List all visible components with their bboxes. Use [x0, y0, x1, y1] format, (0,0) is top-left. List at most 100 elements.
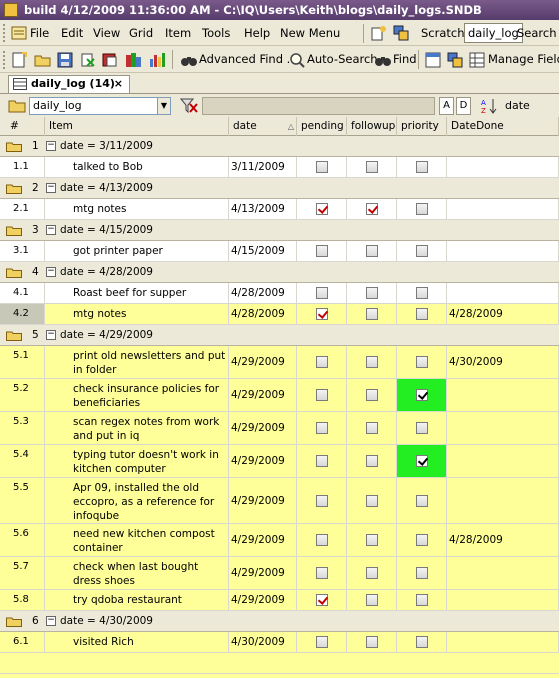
item-cell[interactable]: visited Rich [45, 632, 229, 652]
table-row[interactable]: 4.2 mtg notes 4/28/2009 4/28/2009 [0, 304, 559, 325]
sort-descending-button[interactable]: D [456, 97, 471, 115]
group-row[interactable]: 1− date = 3/11/2009 [0, 136, 559, 157]
pending-cell[interactable] [297, 241, 347, 261]
pending-cell[interactable] [297, 346, 347, 378]
pending-checkbox[interactable] [315, 287, 328, 299]
priority-checkbox[interactable] [415, 636, 428, 648]
datedone-cell[interactable] [447, 199, 559, 219]
priority-cell[interactable] [397, 478, 447, 523]
menu-search[interactable]: Search [517, 20, 557, 46]
datedone-cell[interactable] [447, 241, 559, 261]
tab-daily-log[interactable]: daily_log (14) × [8, 75, 130, 93]
datedone-cell[interactable] [447, 283, 559, 303]
datedone-cell[interactable] [447, 379, 559, 411]
collapse-toggle-icon[interactable]: − [46, 330, 56, 340]
followup-checkbox[interactable] [365, 287, 378, 299]
item-cell[interactable]: Apr 09, installed the old eccopro, as a … [45, 478, 229, 523]
followup-checkbox[interactable] [365, 534, 378, 546]
table-row[interactable]: 2.1 mtg notes 4/13/2009 [0, 199, 559, 220]
date-cell[interactable]: 4/29/2009 [229, 346, 297, 378]
new-item-icon[interactable] [370, 24, 388, 42]
followup-checkbox[interactable] [365, 567, 378, 579]
priority-checkbox[interactable] [415, 422, 428, 434]
column-header-followup[interactable]: followup [347, 117, 397, 136]
group-row[interactable]: 5− date = 4/29/2009 [0, 325, 559, 346]
table-row[interactable]: 3.1 got printer paper 4/15/2009 [0, 241, 559, 262]
clear-filter-icon[interactable] [180, 98, 198, 114]
options-icon[interactable] [10, 24, 28, 42]
followup-checkbox[interactable] [365, 203, 378, 215]
pending-checkbox[interactable] [315, 356, 328, 368]
priority-checkbox[interactable] [415, 594, 428, 606]
item-cell[interactable]: check when last bought dress shoes [45, 557, 229, 589]
item-cell[interactable]: talked to Bob [45, 157, 229, 177]
column-header-item[interactable]: Item [45, 117, 229, 136]
table-row[interactable]: 5.1 print old newsletters and put in fold… [0, 346, 559, 379]
chart-icon[interactable] [148, 51, 166, 69]
windows-icon[interactable] [446, 51, 464, 69]
priority-cell[interactable] [397, 412, 447, 444]
table-row[interactable]: 5.4 typing tutor doesn't work in kitchen … [0, 445, 559, 478]
date-cell[interactable]: 4/15/2009 [229, 241, 297, 261]
pending-checkbox[interactable] [315, 389, 328, 401]
datedone-cell[interactable] [447, 445, 559, 477]
datedone-cell[interactable] [447, 557, 559, 589]
collapse-toggle-icon[interactable]: − [46, 225, 56, 235]
datedone-cell[interactable]: 4/28/2009 [447, 524, 559, 556]
priority-checkbox[interactable] [415, 161, 428, 173]
table-row[interactable]: 5.3 scan regex notes from work and put in… [0, 412, 559, 445]
auto-search-icon[interactable] [288, 51, 306, 69]
pending-cell[interactable] [297, 524, 347, 556]
sort-field[interactable]: date [502, 97, 559, 115]
item-cell[interactable]: mtg notes [45, 199, 229, 219]
find-binoculars-icon[interactable] [374, 51, 392, 69]
view-select[interactable]: daily_log ▼ [29, 97, 171, 115]
close-icon[interactable]: × [114, 76, 123, 92]
priority-cell[interactable] [397, 445, 447, 477]
menu-help[interactable]: Help [244, 20, 270, 46]
group-row[interactable]: 3− date = 4/15/2009 [0, 220, 559, 241]
date-cell[interactable]: 4/29/2009 [229, 445, 297, 477]
folder-icon[interactable] [8, 99, 26, 113]
pending-cell[interactable] [297, 590, 347, 610]
advanced-find-button[interactable]: Advanced Find ... [199, 46, 298, 73]
followup-checkbox[interactable] [365, 594, 378, 606]
priority-cell[interactable] [397, 346, 447, 378]
manage-fields-icon[interactable] [468, 51, 486, 69]
pending-checkbox[interactable] [315, 455, 328, 467]
pending-cell[interactable] [297, 379, 347, 411]
date-cell[interactable]: 4/30/2009 [229, 632, 297, 652]
followup-cell[interactable] [347, 379, 397, 411]
followup-cell[interactable] [347, 632, 397, 652]
properties-icon[interactable] [424, 51, 442, 69]
priority-cell[interactable] [397, 557, 447, 589]
table-row[interactable]: 5.5 Apr 09, installed the old eccopro, as… [0, 478, 559, 524]
menu-daily-log[interactable]: daily_log [464, 23, 523, 43]
followup-checkbox[interactable] [365, 455, 378, 467]
pending-checkbox[interactable] [315, 636, 328, 648]
menu-view[interactable]: View [93, 20, 120, 46]
date-cell[interactable]: 4/28/2009 [229, 304, 297, 324]
datedone-cell[interactable] [447, 590, 559, 610]
priority-checkbox[interactable] [415, 287, 428, 299]
open-folder-icon[interactable] [34, 51, 52, 69]
priority-cell[interactable] [397, 379, 447, 411]
date-cell[interactable]: 4/29/2009 [229, 478, 297, 523]
filter-input[interactable] [202, 97, 435, 115]
date-cell[interactable]: 4/29/2009 [229, 379, 297, 411]
item-cell[interactable]: got printer paper [45, 241, 229, 261]
delete-icon[interactable] [79, 51, 97, 69]
followup-cell[interactable] [347, 557, 397, 589]
item-cell[interactable]: need new kitchen compost container [45, 524, 229, 556]
priority-checkbox[interactable] [415, 534, 428, 546]
pending-checkbox[interactable] [315, 245, 328, 257]
table-row[interactable]: 5.7 check when last bought dress shoes 4/2… [0, 557, 559, 590]
manage-fields-button[interactable]: Manage Fields [488, 46, 559, 73]
collapse-toggle-icon[interactable]: − [46, 183, 56, 193]
group-row[interactable]: 2− date = 4/13/2009 [0, 178, 559, 199]
auto-search-button[interactable]: Auto-Search [307, 46, 378, 73]
pending-checkbox[interactable] [315, 534, 328, 546]
followup-cell[interactable] [347, 346, 397, 378]
sort-az-icon[interactable]: AZ [480, 97, 498, 115]
pending-cell[interactable] [297, 157, 347, 177]
